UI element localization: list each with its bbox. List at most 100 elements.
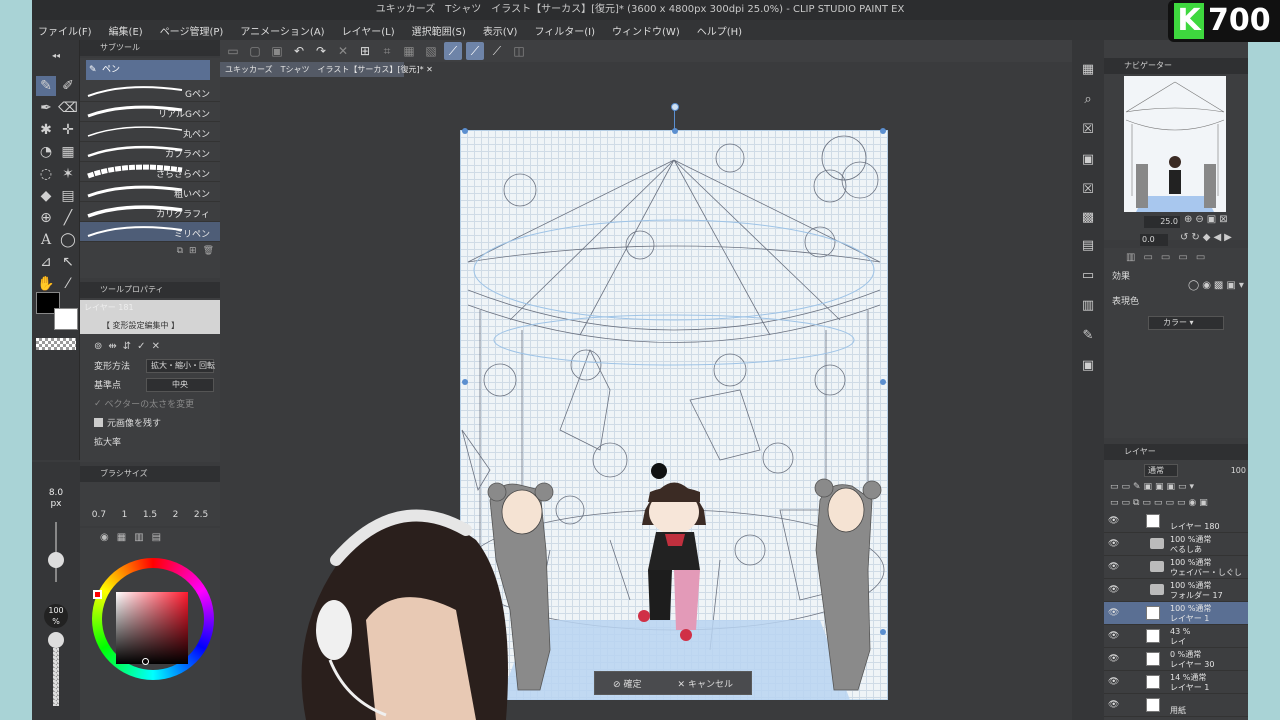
material-grid-icon[interactable]: ▩ xyxy=(1078,208,1098,228)
eye-icon[interactable]: 👁 xyxy=(1108,631,1119,641)
color-picker-cursor[interactable] xyxy=(142,658,149,665)
menu-selection[interactable]: 選択範囲(S) xyxy=(412,23,466,38)
clear-icon[interactable]: ✕ xyxy=(334,42,352,60)
snap-special-icon[interactable]: ⟋ xyxy=(466,42,484,60)
transform-rotate-handle[interactable] xyxy=(671,103,679,111)
new-icon[interactable]: ▭ xyxy=(224,42,242,60)
object-icon[interactable]: ↖ xyxy=(58,252,78,272)
layer-row[interactable]: 👁 100 %通常 ウェイバー・しぐし xyxy=(1104,556,1248,579)
lasso-icon[interactable]: ◌ xyxy=(36,164,56,184)
brush-round-pen[interactable]: 丸ペン xyxy=(80,122,220,142)
gradient-icon[interactable]: ▤ xyxy=(58,186,78,206)
sub-view-icon[interactable]: ▣ xyxy=(1078,150,1098,170)
collapse-icon[interactable]: ◂◂ xyxy=(46,46,66,66)
menu-edit[interactable]: 編集(E) xyxy=(109,23,143,38)
brush-calligraphy[interactable]: カリグラフィ xyxy=(80,202,220,222)
size-preset[interactable]: 0.7 xyxy=(92,510,106,520)
animation-icon[interactable]: ▭ xyxy=(1078,266,1098,286)
brush-sarasara-pen[interactable]: さらさらペン xyxy=(80,162,220,182)
undo-icon[interactable]: ↶ xyxy=(290,42,308,60)
save-icon[interactable]: ▣ xyxy=(268,42,286,60)
menu-window[interactable]: ウィンドウ(W) xyxy=(612,23,680,38)
transform-handle-ml[interactable] xyxy=(462,379,468,385)
snap-grid-icon[interactable]: ⟋ xyxy=(488,42,506,60)
eraser-icon[interactable]: ⌫ xyxy=(58,98,78,118)
transparent-color-swatch[interactable] xyxy=(36,338,76,350)
close-icon[interactable]: ✕ xyxy=(426,65,433,74)
transform-handle-tl[interactable] xyxy=(462,128,468,134)
text-icon[interactable]: A xyxy=(36,230,56,250)
layer-row[interactable]: 👁 14 %通常 レイヤー 1 xyxy=(1104,671,1248,694)
eye-icon[interactable]: 👁 xyxy=(1108,654,1119,664)
menu-layer[interactable]: レイヤー(L) xyxy=(342,23,395,38)
confirm-icon[interactable]: ✓ xyxy=(137,341,145,352)
balloon-icon[interactable]: ◯ xyxy=(58,230,78,250)
add-icon[interactable]: ⊞ xyxy=(189,246,197,256)
tab-icon[interactable]: ▭ xyxy=(1178,252,1187,263)
blend-mode-select[interactable]: 通常 xyxy=(1144,464,1178,477)
line-fix-icon[interactable]: ⊿ xyxy=(36,252,56,272)
layer-row[interactable]: 👁 レイヤー 180 xyxy=(1104,510,1248,533)
eye-icon[interactable]: 👁 xyxy=(1108,562,1119,572)
transform-icon[interactable]: ⊞ xyxy=(356,42,374,60)
magic-wand-icon[interactable]: ✶ xyxy=(58,164,78,184)
eye-icon[interactable]: 👁 xyxy=(1108,585,1119,595)
brush-milli-pen[interactable]: ミリペン xyxy=(80,222,220,242)
fill-select-icon[interactable]: ▦ xyxy=(400,42,418,60)
menu-page[interactable]: ページ管理(P) xyxy=(160,23,224,38)
eye-icon[interactable]: 👁 xyxy=(1108,700,1119,710)
layer-property-icon[interactable]: ▣ xyxy=(1078,356,1098,376)
eye-icon[interactable]: 👁 xyxy=(1108,539,1119,549)
navigator-thumbnail[interactable] xyxy=(1124,76,1226,212)
pen-icon[interactable]: ✎ xyxy=(36,76,56,96)
layer-row[interactable]: 👁 100 %通常 べるしあ xyxy=(1104,533,1248,556)
reference-point-select[interactable]: 中央 xyxy=(146,377,214,392)
eye-icon[interactable]: 👁 xyxy=(1108,516,1119,526)
navigator-icon[interactable]: ▦ xyxy=(1078,60,1098,80)
tab-icon[interactable]: ▭ xyxy=(1161,252,1170,263)
transform-handle-br[interactable] xyxy=(880,629,886,635)
edit-icon[interactable]: ✎ xyxy=(1078,326,1098,346)
layer-row-selected[interactable]: 👁 100 %通常 レイヤー 1 xyxy=(1104,602,1248,625)
menu-file[interactable]: ファイル(F) xyxy=(38,23,92,38)
size-preset[interactable]: 2.5 xyxy=(194,510,208,520)
pencil-icon[interactable]: ✐ xyxy=(58,76,78,96)
eyedropper-icon[interactable]: ⁄ xyxy=(58,274,78,294)
transform-method-select[interactable]: 拡大・縮小・回転 xyxy=(146,358,215,373)
redo-icon[interactable]: ↷ xyxy=(312,42,330,60)
transform-handle-tc[interactable] xyxy=(672,128,678,134)
hand-icon[interactable]: ✋ xyxy=(36,274,56,294)
confirm-button[interactable]: ⊘ 確定 xyxy=(613,677,641,690)
tab-icon[interactable]: ▭ xyxy=(1196,252,1205,263)
zoom-value[interactable]: 25.0 xyxy=(1144,216,1180,228)
decoration-icon[interactable]: ✱ xyxy=(36,120,56,140)
checkbox[interactable]: ✓ xyxy=(94,399,102,409)
rotation-value[interactable]: 0.0 xyxy=(1140,234,1168,246)
menu-help[interactable]: ヘルプ(H) xyxy=(697,23,742,38)
reference-icon[interactable]: ◫ xyxy=(510,42,528,60)
layer-property-tab-icon[interactable]: ▥ xyxy=(1126,252,1135,263)
transform-handle-mr[interactable] xyxy=(880,379,886,385)
layer-row[interactable]: 👁 0 %通常 レイヤー 30 xyxy=(1104,648,1248,671)
size-preset[interactable]: 2 xyxy=(173,510,179,520)
frame-icon[interactable]: ▦ xyxy=(58,142,78,162)
menu-animation[interactable]: アニメーション(A) xyxy=(240,23,324,38)
history-icon[interactable]: ▤ xyxy=(1078,236,1098,256)
eye-icon[interactable]: 👁 xyxy=(1108,608,1119,618)
menu-filter[interactable]: フィルター(I) xyxy=(534,23,595,38)
open-icon[interactable]: ▢ xyxy=(246,42,264,60)
cancel-button[interactable]: ✕ キャンセル xyxy=(678,677,733,690)
color-saturation-square[interactable] xyxy=(116,592,188,664)
search-icon[interactable]: ⌕ xyxy=(1078,90,1098,110)
menu-view[interactable]: 表示(V) xyxy=(483,23,518,38)
expression-color-select[interactable]: カラー ▾ xyxy=(1148,316,1224,330)
transform-apply-icon[interactable]: ⊚ xyxy=(94,341,102,352)
flip-vertical-icon[interactable]: ⇵ xyxy=(123,341,131,352)
crop-icon[interactable]: ⌗ xyxy=(378,42,396,60)
color-slider-tab-icon[interactable]: ▥ xyxy=(134,532,143,543)
document-tab[interactable]: ユキッカーズ Tシャツ イラスト【サーカス】[復元]* ✕ xyxy=(220,62,433,77)
layer-row[interactable]: 👁 43 % レイ xyxy=(1104,625,1248,648)
move-icon[interactable]: ✛ xyxy=(58,120,78,140)
checkbox[interactable] xyxy=(94,418,103,427)
size-preset[interactable]: 1.5 xyxy=(143,510,157,520)
